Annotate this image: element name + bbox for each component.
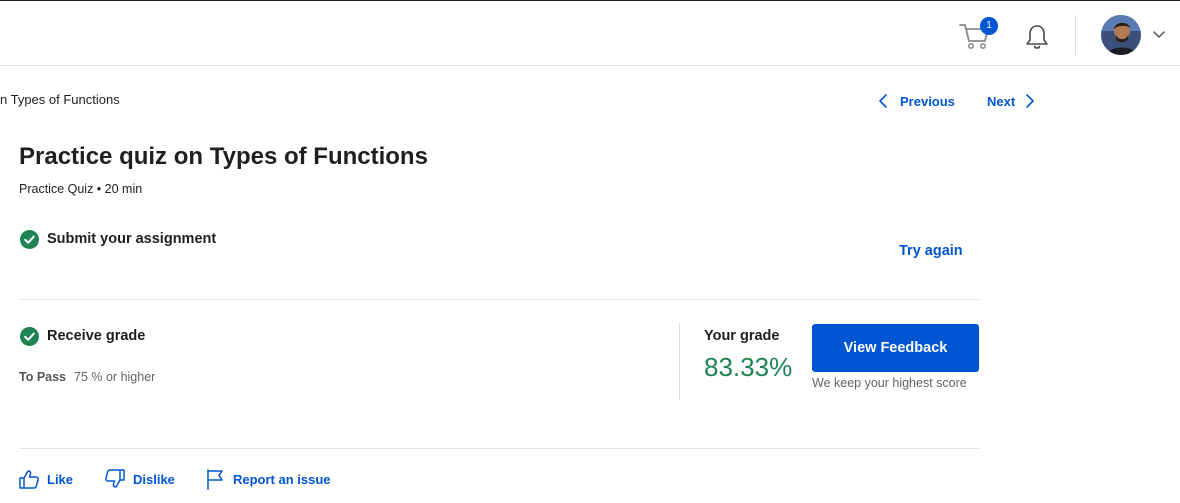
submit-step-label: Submit your assignment (47, 231, 217, 247)
chevron-left-icon (879, 94, 887, 108)
chevron-right-icon (1026, 94, 1034, 108)
bell-icon[interactable] (1024, 23, 1050, 51)
top-navigation-bar: 1 (0, 0, 1180, 66)
report-issue-button[interactable]: Report an issue (204, 468, 331, 490)
grade-divider (679, 323, 680, 400)
quiz-meta: Practice Quiz • 20 min (19, 182, 143, 196)
to-pass-requirement: To Pass 75 % or higher (19, 370, 155, 384)
flag-icon (207, 469, 223, 490)
header-divider (1075, 15, 1076, 55)
like-button[interactable]: Like (18, 468, 73, 490)
page-title: Practice quiz on Types of Functions (19, 143, 428, 170)
grade-value: 83.33% (704, 352, 793, 382)
report-label: Report an issue (233, 471, 331, 487)
next-label: Next (987, 93, 1016, 109)
to-pass-value: 75 % or higher (74, 370, 156, 384)
receive-grade-label: Receive grade (47, 328, 146, 344)
dislike-button[interactable]: Dislike (104, 468, 175, 490)
section-divider (19, 299, 979, 300)
cart-count-badge: 1 (980, 17, 998, 35)
chevron-down-icon[interactable] (1152, 29, 1166, 39)
your-grade-label: Your grade (704, 328, 780, 344)
highest-score-note: We keep your highest score (812, 376, 967, 390)
to-pass-label: To Pass (19, 370, 67, 384)
next-button[interactable]: Next (987, 92, 1035, 110)
avatar[interactable] (1101, 15, 1141, 55)
thumbs-up-icon (19, 470, 39, 489)
breadcrumb[interactable]: n Types of Functions (0, 92, 120, 107)
like-label: Like (47, 471, 74, 487)
check-circle-icon (20, 230, 39, 249)
view-feedback-button[interactable]: View Feedback (812, 324, 979, 372)
avatar-image (1101, 15, 1141, 55)
section-divider (19, 448, 979, 449)
dislike-label: Dislike (133, 471, 175, 487)
previous-label: Previous (900, 93, 955, 109)
thumbs-down-icon (105, 469, 125, 488)
check-circle-icon (20, 327, 39, 346)
try-again-link[interactable]: Try again (899, 243, 963, 259)
previous-button[interactable]: Previous (878, 92, 955, 110)
